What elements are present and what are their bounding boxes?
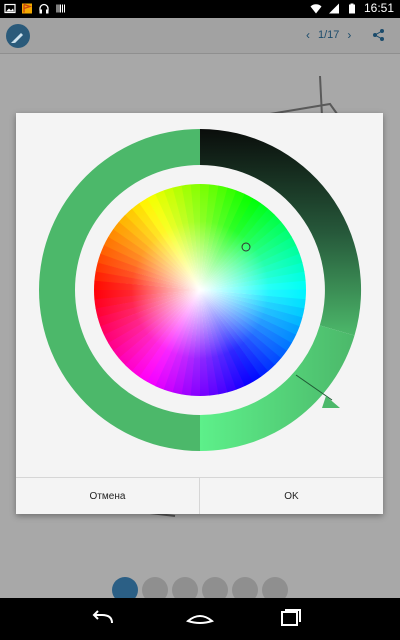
recents-icon[interactable] bbox=[275, 607, 305, 631]
flag-icon bbox=[22, 3, 33, 14]
page-indicator: 1/17 bbox=[318, 29, 340, 41]
signal-icon bbox=[328, 3, 339, 13]
chevron-left-icon[interactable]: ‹ bbox=[302, 28, 314, 42]
action-bar: ‹ 1/17 › bbox=[0, 18, 400, 54]
dialog-buttons: Отмена OK bbox=[16, 477, 383, 514]
home-icon[interactable] bbox=[185, 607, 215, 631]
hue-wheel-overlay bbox=[94, 184, 306, 396]
battery-icon bbox=[348, 3, 355, 13]
back-icon[interactable] bbox=[88, 607, 118, 631]
share-icon[interactable] bbox=[372, 28, 386, 42]
app-logo-icon[interactable] bbox=[6, 24, 30, 48]
ring-marker-icon[interactable] bbox=[322, 396, 340, 408]
status-bar: 16:51 bbox=[0, 0, 400, 18]
chevron-right-icon[interactable]: › bbox=[343, 28, 355, 42]
headphones-icon bbox=[39, 3, 49, 14]
barcode-icon bbox=[56, 4, 65, 13]
wifi-icon bbox=[310, 3, 322, 13]
color-picker-dialog: Отмена OK bbox=[16, 113, 383, 514]
color-picker-area bbox=[16, 113, 383, 477]
cancel-button[interactable]: Отмена bbox=[16, 478, 199, 514]
image-icon bbox=[4, 3, 16, 14]
navigation-bar bbox=[0, 598, 400, 640]
ok-button[interactable]: OK bbox=[199, 478, 383, 514]
pager: ‹ 1/17 › bbox=[302, 28, 355, 42]
clock: 16:51 bbox=[363, 1, 394, 15]
